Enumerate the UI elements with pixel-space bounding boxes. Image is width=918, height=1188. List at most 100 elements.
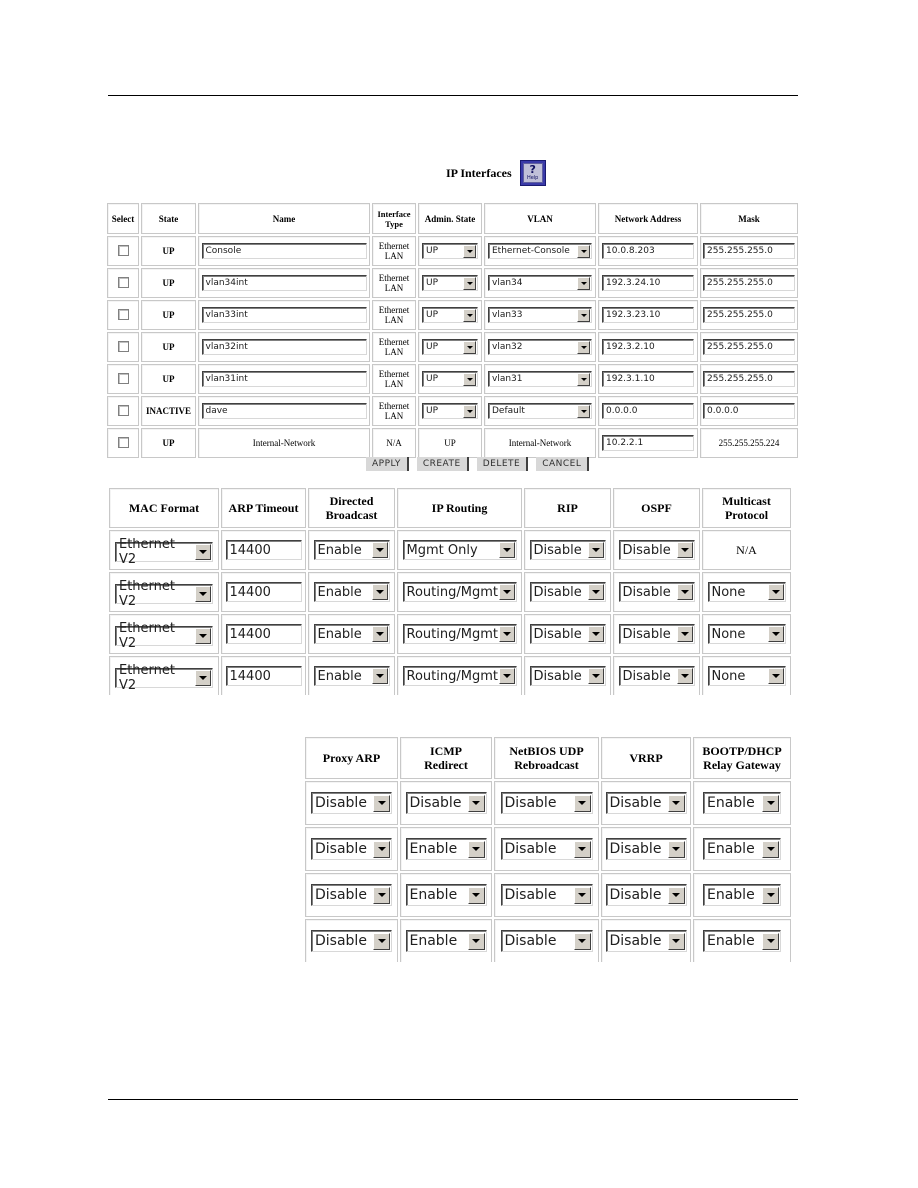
mac-format-select[interactable]: Ethernet V2	[115, 663, 213, 693]
ospf-select[interactable]: Disable	[618, 582, 695, 602]
chevron-down-icon[interactable]	[195, 543, 211, 560]
chevron-down-icon[interactable]	[762, 794, 779, 812]
chevron-down-icon[interactable]	[676, 542, 693, 558]
chevron-down-icon[interactable]	[577, 244, 590, 258]
chevron-down-icon[interactable]	[371, 542, 388, 558]
vrrp-select[interactable]: Disable	[605, 792, 687, 814]
chevron-down-icon[interactable]	[667, 932, 685, 950]
bootp-select[interactable]: Enable	[703, 792, 781, 814]
chevron-down-icon[interactable]	[195, 585, 211, 602]
netbios-select[interactable]: Disable	[500, 884, 593, 906]
network-address-input[interactable]: 10.2.2.1	[602, 435, 694, 451]
chevron-down-icon[interactable]	[573, 794, 591, 812]
cancel-button[interactable]: CANCEL	[536, 457, 590, 471]
select-checkbox[interactable]	[117, 340, 129, 352]
select-checkbox[interactable]	[117, 308, 129, 320]
chevron-down-icon[interactable]	[463, 404, 476, 418]
select-checkbox[interactable]	[117, 276, 129, 288]
network-address-input[interactable]: 192.3.2.10	[602, 339, 694, 355]
chevron-down-icon[interactable]	[577, 340, 590, 354]
network-address-input[interactable]: 192.3.24.10	[602, 275, 694, 291]
proxy-arp-select[interactable]: Disable	[311, 884, 392, 906]
arp-timeout-input[interactable]: 14400	[225, 540, 302, 560]
admin-state-select[interactable]: UP	[422, 307, 478, 323]
ip-routing-select[interactable]: Routing/Mgmt	[402, 624, 517, 644]
icmp-redirect-select[interactable]: Enable	[405, 930, 487, 952]
chevron-down-icon[interactable]	[587, 584, 604, 600]
select-checkbox[interactable]	[117, 436, 129, 448]
chevron-down-icon[interactable]	[573, 886, 591, 904]
ip-routing-select[interactable]: Mgmt Only	[402, 540, 517, 560]
name-input[interactable]: vlan34int	[201, 275, 367, 291]
chevron-down-icon[interactable]	[195, 669, 211, 686]
vrrp-select[interactable]: Disable	[605, 838, 687, 860]
chevron-down-icon[interactable]	[371, 584, 388, 600]
admin-state-select[interactable]: UP	[422, 243, 478, 259]
vlan-select[interactable]: Ethernet-Console	[488, 243, 592, 259]
network-address-input[interactable]: 192.3.1.10	[602, 371, 694, 387]
chevron-down-icon[interactable]	[467, 794, 485, 812]
arp-timeout-input[interactable]: 14400	[225, 582, 302, 602]
network-address-input[interactable]: 0.0.0.0	[602, 403, 694, 419]
admin-state-select[interactable]: UP	[422, 371, 478, 387]
chevron-down-icon[interactable]	[767, 668, 784, 684]
ospf-select[interactable]: Disable	[618, 624, 695, 644]
chevron-down-icon[interactable]	[463, 372, 476, 386]
multicast-select[interactable]: None	[707, 582, 786, 602]
arp-timeout-input[interactable]: 14400	[225, 624, 302, 644]
chevron-down-icon[interactable]	[373, 886, 390, 904]
bootp-select[interactable]: Enable	[703, 838, 781, 860]
admin-state-select[interactable]: UP	[422, 339, 478, 355]
ip-routing-select[interactable]: Routing/Mgmt	[402, 582, 517, 602]
vlan-select[interactable]: vlan34	[488, 275, 592, 291]
chevron-down-icon[interactable]	[463, 244, 476, 258]
chevron-down-icon[interactable]	[762, 886, 779, 904]
mask-input[interactable]: 255.255.255.0	[703, 307, 795, 323]
chevron-down-icon[interactable]	[467, 886, 485, 904]
chevron-down-icon[interactable]	[667, 794, 685, 812]
vrrp-select[interactable]: Disable	[605, 930, 687, 952]
select-checkbox[interactable]	[117, 244, 129, 256]
netbios-select[interactable]: Disable	[500, 930, 593, 952]
chevron-down-icon[interactable]	[577, 404, 590, 418]
chevron-down-icon[interactable]	[371, 626, 388, 642]
apply-button[interactable]: APPLY	[366, 457, 409, 471]
name-input[interactable]: vlan33int	[201, 307, 367, 323]
chevron-down-icon[interactable]	[467, 932, 485, 950]
chevron-down-icon[interactable]	[195, 627, 211, 644]
select-checkbox[interactable]	[117, 404, 129, 416]
admin-state-select[interactable]: UP	[422, 275, 478, 291]
chevron-down-icon[interactable]	[587, 542, 604, 558]
proxy-arp-select[interactable]: Disable	[311, 792, 392, 814]
chevron-down-icon[interactable]	[371, 668, 388, 684]
chevron-down-icon[interactable]	[498, 584, 515, 600]
rip-select[interactable]: Disable	[529, 624, 606, 644]
chevron-down-icon[interactable]	[498, 542, 515, 558]
directed-broadcast-select[interactable]: Enable	[313, 666, 390, 686]
mask-input[interactable]: 255.255.255.0	[703, 371, 795, 387]
chevron-down-icon[interactable]	[767, 584, 784, 600]
name-input[interactable]: Console	[201, 243, 367, 259]
chevron-down-icon[interactable]	[667, 886, 685, 904]
chevron-down-icon[interactable]	[587, 668, 604, 684]
chevron-down-icon[interactable]	[498, 668, 515, 684]
icmp-redirect-select[interactable]: Enable	[405, 838, 487, 860]
name-input[interactable]: vlan32int	[201, 339, 367, 355]
ospf-select[interactable]: Disable	[618, 540, 695, 560]
mac-format-select[interactable]: Ethernet V2	[115, 537, 213, 567]
mask-input[interactable]: 255.255.255.0	[703, 243, 795, 259]
bootp-select[interactable]: Enable	[703, 884, 781, 906]
arp-timeout-input[interactable]: 14400	[225, 666, 302, 686]
rip-select[interactable]: Disable	[529, 540, 606, 560]
proxy-arp-select[interactable]: Disable	[311, 838, 392, 860]
proxy-arp-select[interactable]: Disable	[311, 930, 392, 952]
chevron-down-icon[interactable]	[667, 840, 685, 858]
directed-broadcast-select[interactable]: Enable	[313, 540, 390, 560]
chevron-down-icon[interactable]	[463, 340, 476, 354]
icmp-redirect-select[interactable]: Disable	[405, 792, 487, 814]
netbios-select[interactable]: Disable	[500, 838, 593, 860]
mask-input[interactable]: 0.0.0.0	[703, 403, 795, 419]
vrrp-select[interactable]: Disable	[605, 884, 687, 906]
name-input[interactable]: dave	[201, 403, 367, 419]
chevron-down-icon[interactable]	[463, 276, 476, 290]
